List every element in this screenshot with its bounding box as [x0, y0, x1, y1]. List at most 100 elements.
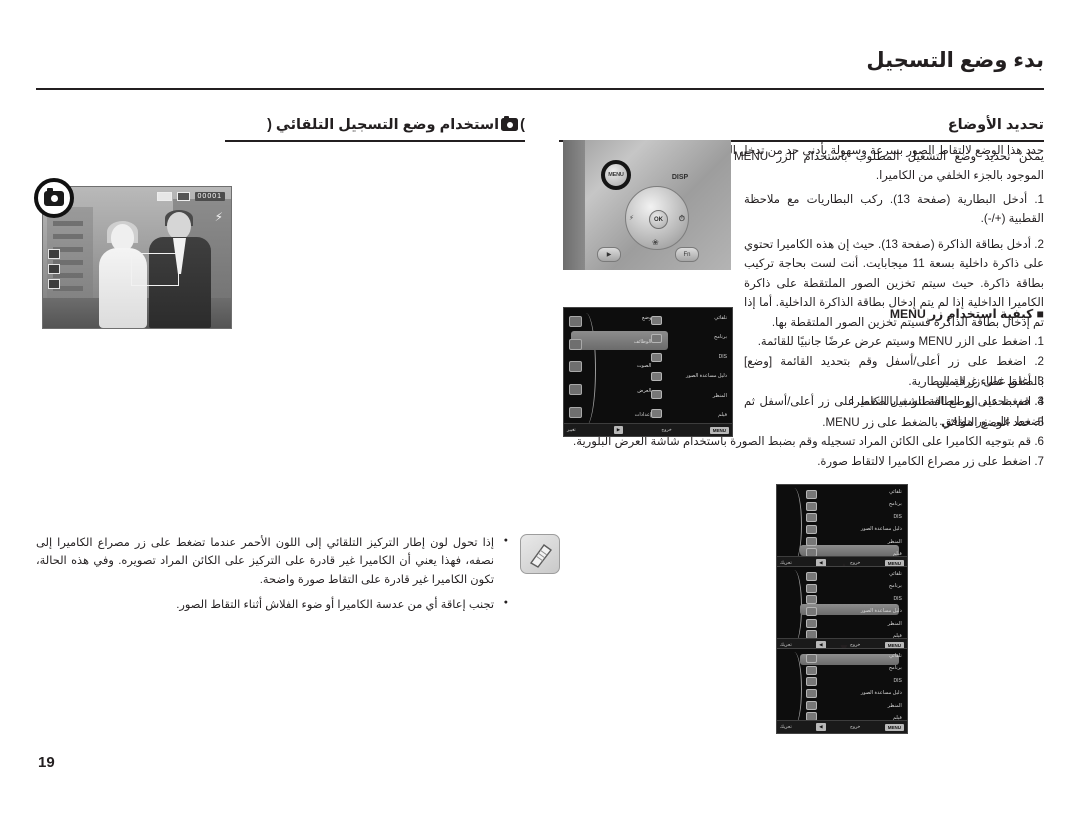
menu-exit-chip[interactable]: MENU [709, 426, 729, 434]
right-intro-paragraph: يمكن تحديد وضع التشغيل المطلوب باستخدام … [734, 150, 1044, 182]
menu-icon-mode[interactable] [569, 315, 583, 327]
sub2-icon-program[interactable] [805, 583, 817, 593]
sub3-move-chip[interactable]: ◀ [816, 723, 826, 731]
right-subheading: ■ كيفية استخدام زر MENU [889, 307, 1044, 321]
left-heading-underline [225, 140, 525, 142]
sub1-label-dis[interactable]: DIS [826, 514, 901, 520]
menu-left-labels: وضع الوظائف الصوت العرض إعدادات [608, 315, 652, 418]
sub1-label-auto[interactable]: تلقائي [826, 490, 902, 495]
menu-mid-icon-column [651, 315, 663, 419]
sub1-icon-photo-help[interactable] [805, 524, 817, 534]
battery-icon [156, 192, 172, 201]
note-pencil-icon [520, 534, 560, 574]
nav-right-timer-icon[interactable]: ⏱ [679, 214, 685, 224]
mode-label-dis[interactable]: DIS [675, 354, 727, 360]
mode-icon-auto[interactable] [651, 315, 663, 325]
left-heading-close-paren: ) [520, 117, 525, 133]
mode-icon-dis[interactable] [651, 353, 663, 363]
sub1-label-photo-help[interactable]: دليل مساعدة الصور [826, 527, 902, 532]
sub1-icon-dis[interactable] [805, 513, 817, 523]
mode-icon-photo-help[interactable] [651, 371, 663, 381]
lcd-menu-sub-2: تلقائي برنامج DIS دليل مساعدة الصور المن… [776, 566, 908, 652]
flash-icon: ⚡ [214, 210, 223, 224]
menu-label-display[interactable]: العرض [608, 388, 651, 394]
playback-button[interactable]: ▶ [597, 247, 621, 262]
woman-head [111, 224, 134, 251]
note-box: إذا تحول لون إطار التركيز التلقائي إلى ا… [36, 534, 560, 622]
ok-button[interactable]: OK [649, 210, 668, 229]
sub3-label-program[interactable]: برنامج [826, 666, 902, 671]
left-steps-lower: 6. قم بتوجيه الكاميرا على الكائن المراد … [525, 432, 1044, 473]
left-heading-main-text: استخدام وضع التسجيل التلقائي ( [267, 117, 500, 133]
right-step-3: 3. قم بتحديد الوضع المطلوب بالضغط على زر… [744, 395, 1044, 428]
menu-button[interactable]: MENU [601, 160, 631, 190]
sub2-icon-photo-help[interactable] [805, 606, 817, 616]
sub1-icon-program[interactable] [805, 501, 817, 511]
right-step-1: 1. اضغط على الزر MENU وسيتم عرض عرضًا جا… [757, 335, 1044, 348]
sub3-icon-auto[interactable] [805, 654, 817, 664]
sub3-exit-chip[interactable]: MENU [884, 723, 904, 731]
sub3-label-photo-help[interactable]: دليل مساعدة الصور [826, 691, 902, 696]
sub2-label-scene[interactable]: المنظر [826, 621, 902, 627]
sub2-label-dis[interactable]: DIS [826, 596, 901, 602]
left-section-heading: ) استخدام وضع التسجيل التلقائي ( [225, 108, 525, 142]
lcd-osd-left [48, 249, 60, 289]
menu-label-mode[interactable]: وضع [608, 315, 651, 321]
sub3-icon-scene[interactable] [805, 700, 817, 710]
nav-down-macro-icon[interactable]: ❀ [652, 238, 659, 247]
mode-icon-program[interactable] [651, 334, 663, 344]
sub2-icon-auto[interactable] [805, 572, 817, 582]
header-divider [36, 88, 1044, 90]
manual-page: بدء وضع التسجيل ) استخدام وضع التسجيل الت… [0, 0, 1080, 815]
mode-label-photo-help[interactable]: دليل مساعدة الصور [675, 374, 727, 379]
nav-left-flash-icon[interactable]: ⚡ [629, 214, 634, 222]
mode-icon-movie[interactable] [651, 409, 663, 419]
lcd-menu-sub-1: تلقائي برنامج DIS دليل مساعدة الصور المن… [776, 484, 908, 570]
sub3-move-label: تحريك [780, 724, 792, 729]
auto-mode-badge [34, 178, 74, 218]
mode-label-auto[interactable]: تلقائي [675, 315, 727, 321]
menu-icon-display[interactable] [569, 384, 583, 396]
menu-icon-settings[interactable] [569, 407, 583, 419]
sub3-icon-photo-help[interactable] [805, 688, 817, 698]
autofocus-frame [131, 253, 179, 286]
menu-back-label: خروج [661, 427, 672, 432]
sub3-icon-column [805, 654, 817, 722]
camera-back-photo: MENU DISP OK ⚡ ❀ ⏱ ▶ Fn [563, 140, 731, 270]
sub3-label-dis[interactable]: DIS [826, 678, 901, 684]
sub2-icon-scene[interactable] [805, 618, 817, 628]
menu-label-functions[interactable]: الوظائف [608, 340, 652, 345]
sub1-icon-auto[interactable] [805, 490, 817, 500]
sub3-icon-dis[interactable] [805, 677, 817, 687]
man-head [167, 212, 191, 240]
right-steps: 1. اضغط على الزر MENU وسيتم عرض عرضًا جا… [744, 332, 1044, 432]
sub1-label-scene[interactable]: المنظر [826, 539, 902, 545]
sub2-label-auto[interactable]: تلقائي [826, 572, 902, 577]
sub3-label-auto[interactable]: تلقائي [826, 654, 902, 659]
mode-label-movie[interactable]: فيلم [675, 413, 727, 418]
disp-button[interactable]: DISP [667, 168, 693, 186]
fn-button[interactable]: Fn [675, 247, 699, 262]
sub3-labels: تلقائي برنامج DIS دليل مساعدة الصور المن… [826, 654, 902, 721]
left-step-1: 1. أدخل البطارية (صفحة 13). ركب البطاريا… [744, 193, 1044, 226]
sub3-bottom-bar: MENU خروج ◀ تحريك [777, 720, 907, 733]
sub1-label-program[interactable]: برنامج [826, 502, 902, 507]
sub2-labels: تلقائي برنامج DIS دليل مساعدة الصور المن… [826, 572, 902, 639]
sub2-label-program[interactable]: برنامج [826, 584, 902, 589]
menu-icon-functions[interactable] [569, 338, 583, 350]
sub2-icon-dis[interactable] [805, 595, 817, 605]
mode-icon-scene[interactable] [651, 390, 663, 400]
sub2-icon-column [805, 572, 817, 640]
sub1-icon-scene[interactable] [805, 536, 817, 546]
menu-icon-sound[interactable] [569, 361, 583, 373]
sub3-icon-program[interactable] [805, 665, 817, 675]
mode-label-program[interactable]: برنامج [675, 335, 727, 340]
navigation-ring[interactable]: OK ⚡ ❀ ⏱ [625, 186, 689, 250]
mode-label-scene[interactable]: المنظر [675, 393, 727, 399]
page-title: بدء وضع التسجيل [866, 49, 1044, 72]
menu-right-chip[interactable]: ▶ [613, 426, 624, 434]
sub3-label-scene[interactable]: المنظر [826, 703, 902, 709]
menu-label-settings[interactable]: إعدادات [608, 413, 652, 418]
sub2-label-photo-help[interactable]: دليل مساعدة الصور [826, 609, 902, 614]
menu-label-sound[interactable]: الصوت [608, 364, 652, 369]
